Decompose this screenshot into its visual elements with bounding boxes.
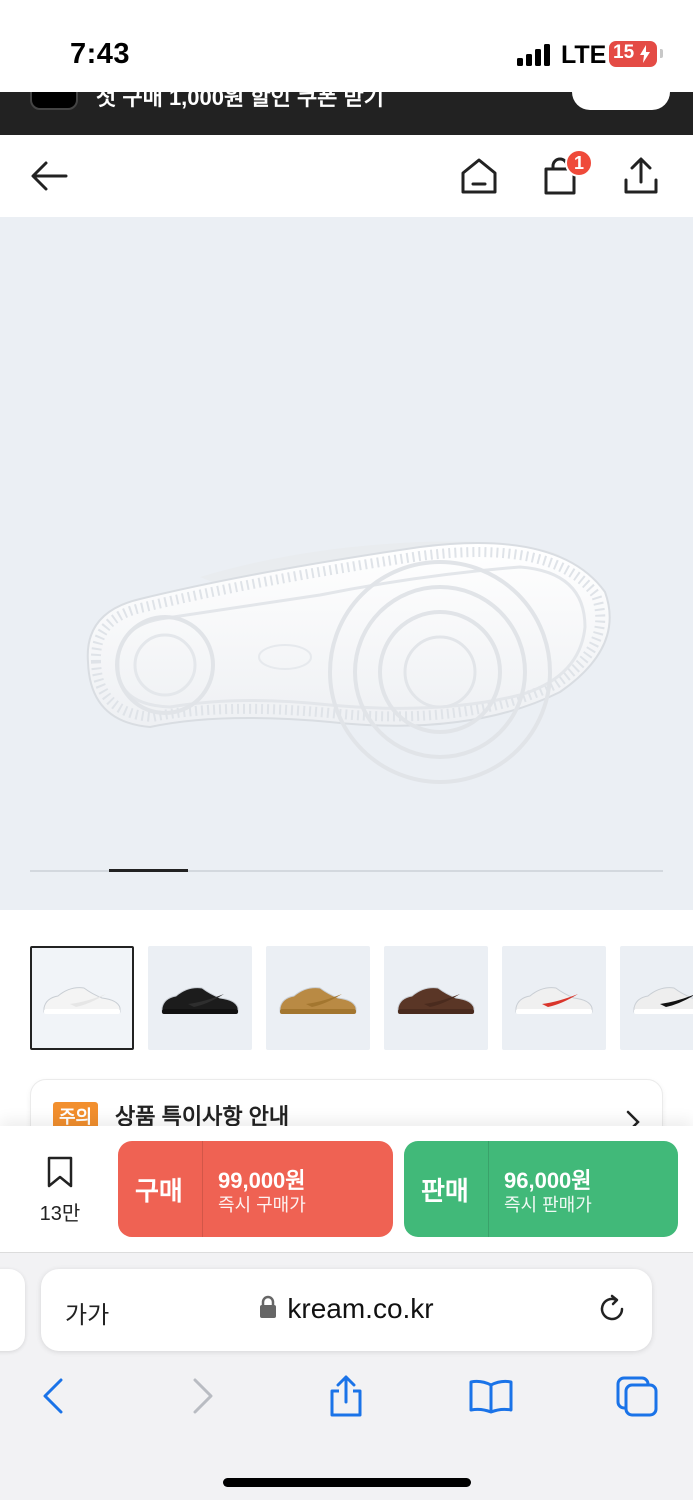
previous-tab-peek[interactable] — [0, 1269, 25, 1351]
browser-share-button[interactable] — [323, 1373, 369, 1419]
tabs-button[interactable] — [614, 1373, 660, 1419]
cart-badge: 1 — [565, 149, 593, 177]
wishlist-button[interactable]: 13만 — [32, 1156, 88, 1226]
battery-icon: 15 — [609, 41, 663, 67]
app-header: 1 — [0, 135, 693, 217]
sneaker-thumbnail-image — [515, 987, 593, 1014]
app-icon — [30, 92, 78, 110]
color-thumbnail[interactable] — [148, 946, 252, 1050]
lock-icon — [260, 1295, 277, 1318]
sneaker-sole-image — [86, 541, 611, 784]
share-button[interactable] — [618, 153, 664, 199]
sneaker-thumbnail-image — [279, 987, 357, 1014]
product-image-carousel[interactable] — [0, 217, 693, 910]
status-time: 7:43 — [70, 38, 131, 70]
status-bar: 7:43 LTE 15 — [0, 0, 693, 92]
browser-forward-button[interactable] — [180, 1373, 226, 1419]
home-button[interactable] — [456, 153, 502, 199]
promo-button[interactable] — [572, 92, 670, 110]
sneaker-thumbnail-image — [633, 987, 693, 1014]
promo-banner[interactable]: 첫 구매 1,000원 할인 쿠폰 받기 — [0, 92, 693, 135]
chevron-right-icon — [193, 1378, 213, 1414]
sell-sublabel: 즉시 판매가 — [504, 1195, 592, 1215]
browser-back-button[interactable] — [30, 1373, 76, 1419]
home-icon — [461, 158, 497, 194]
color-thumbnail[interactable] — [384, 946, 488, 1050]
cart-button[interactable]: 1 — [537, 149, 593, 199]
signal-icon — [517, 44, 551, 66]
color-thumbnail[interactable] — [620, 946, 693, 1050]
buy-divider — [202, 1141, 203, 1237]
bookmark-icon — [47, 1156, 73, 1188]
buy-label: 구매 — [135, 1176, 183, 1206]
color-thumbnail[interactable] — [266, 946, 370, 1050]
back-arrow-icon — [31, 161, 68, 191]
wishlist-count: 13만 — [39, 1203, 81, 1225]
browser-nav-row — [0, 1373, 693, 1423]
book-icon — [469, 1379, 513, 1414]
buy-sublabel: 즉시 구매가 — [218, 1195, 306, 1215]
share-icon — [624, 157, 658, 194]
chevron-left-icon — [43, 1378, 63, 1414]
share-icon — [330, 1375, 362, 1417]
battery-level: 15 — [613, 42, 635, 63]
sell-label: 판매 — [421, 1176, 469, 1206]
sell-divider — [488, 1141, 489, 1237]
color-thumbnail[interactable] — [30, 946, 134, 1050]
sneaker-thumbnail-image — [43, 987, 121, 1014]
purchase-action-bar: 13만 구매 99,000원 즉시 구매가 판매 96,000원 즉시 판매가 — [0, 1126, 693, 1252]
sell-button[interactable]: 판매 96,000원 즉시 판매가 — [404, 1141, 678, 1237]
promo-text: 첫 구매 1,000원 할인 쿠폰 받기 — [96, 92, 385, 110]
buy-button[interactable]: 구매 99,000원 즉시 구매가 — [118, 1141, 393, 1237]
url-display[interactable]: kream.co.kr — [41, 1293, 652, 1325]
network-label: LTE — [561, 41, 607, 69]
bookmarks-button[interactable] — [468, 1373, 514, 1419]
back-button[interactable] — [26, 153, 72, 199]
address-bar[interactable]: 가가 kream.co.kr — [41, 1269, 652, 1351]
tabs-icon — [616, 1376, 658, 1417]
browser-toolbar: 가가 kream.co.kr — [0, 1252, 693, 1500]
sneaker-thumbnail-image — [397, 987, 475, 1014]
color-thumbnail[interactable] — [502, 946, 606, 1050]
color-thumbnail-list — [30, 946, 693, 1050]
sneaker-thumbnail-image — [161, 987, 239, 1014]
home-indicator — [223, 1478, 471, 1487]
carousel-progress — [30, 869, 663, 872]
carousel-progress-active — [109, 869, 188, 872]
url-text: kream.co.kr — [287, 1293, 434, 1324]
reload-icon[interactable] — [596, 1293, 628, 1325]
